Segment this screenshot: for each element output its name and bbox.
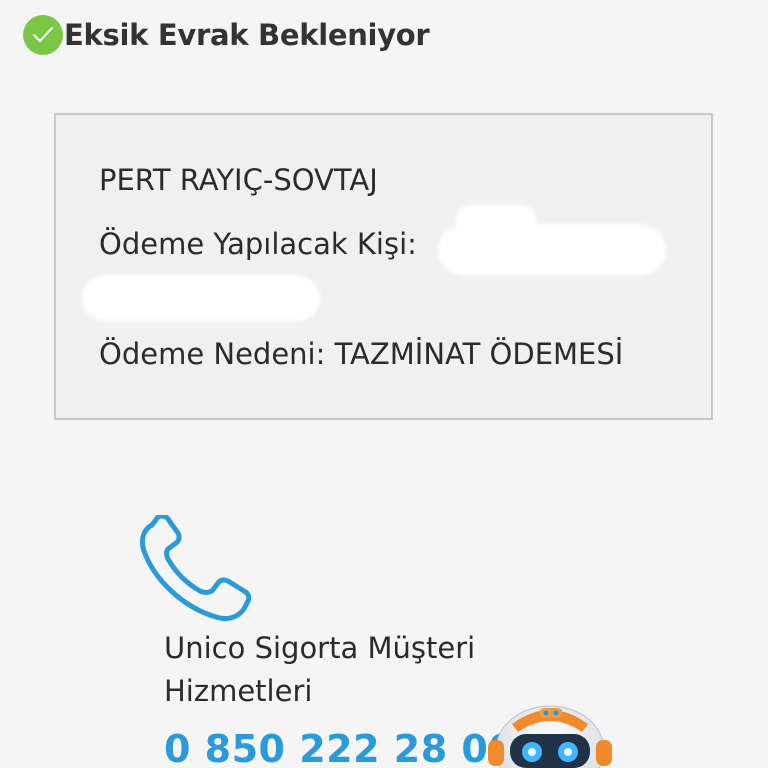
- status-row: Eksik Evrak Bekleniyor: [22, 14, 430, 56]
- payment-reason: Ödeme Nedeni: TAZMİNAT ÖDEMESİ: [99, 337, 624, 371]
- claim-status-page: Eksik Evrak Bekleniyor PERT RAYIÇ-SOVTAJ…: [0, 0, 768, 768]
- redacted-payee-name: [438, 225, 666, 275]
- check-circle-icon: [22, 14, 64, 56]
- claim-info-box: PERT RAYIÇ-SOVTAJ Ödeme Yapılacak Kişi: …: [54, 113, 713, 420]
- claim-title: PERT RAYIÇ-SOVTAJ: [99, 163, 378, 197]
- robot-assistant-icon[interactable]: [482, 700, 622, 768]
- status-text: Eksik Evrak Bekleniyor: [64, 18, 430, 52]
- phone-number-link[interactable]: 0 850 222 28 00: [164, 727, 515, 768]
- phone-icon[interactable]: [138, 513, 253, 629]
- payee-label: Ödeme Yapılacak Kişi:: [99, 227, 417, 261]
- service-title: Unico Sigorta Müşteri Hizmetleri: [164, 631, 476, 708]
- redacted-payee-name-cont: [82, 275, 320, 321]
